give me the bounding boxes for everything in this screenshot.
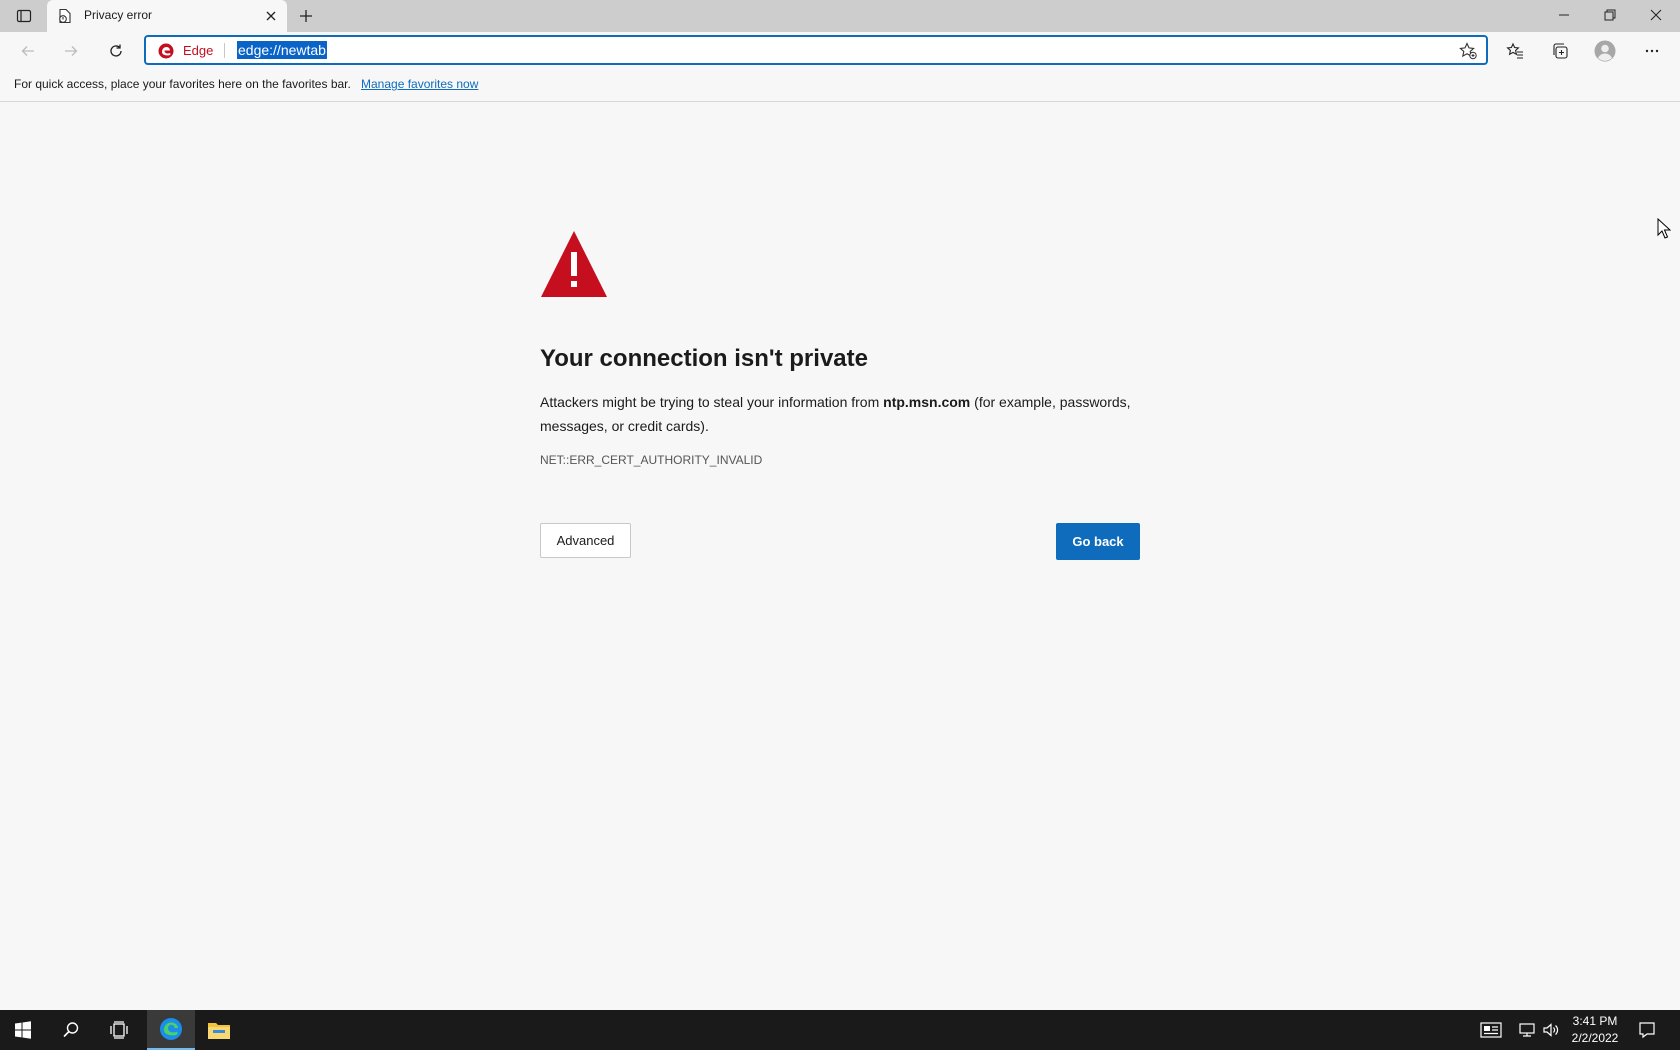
advanced-button[interactable]: Advanced <box>540 523 631 558</box>
favorites-icon[interactable] <box>1499 36 1531 66</box>
new-tab-button[interactable] <box>294 6 318 26</box>
task-view-icon[interactable] <box>96 1010 142 1050</box>
start-button[interactable] <box>0 1010 46 1050</box>
search-icon[interactable] <box>48 1010 94 1050</box>
close-tab-icon[interactable] <box>263 8 279 24</box>
more-menu-icon[interactable] <box>1636 36 1668 66</box>
tab-actions-icon[interactable] <box>10 6 38 26</box>
error-message: Attackers might be trying to steal your … <box>540 390 1140 438</box>
favorites-bar-hint: For quick access, place your favorites h… <box>14 77 351 91</box>
tab-title: Privacy error <box>84 8 153 22</box>
network-icon[interactable] <box>1516 1020 1538 1040</box>
back-button[interactable] <box>12 36 44 66</box>
address-separator <box>224 43 225 58</box>
edge-taskbar-icon[interactable] <box>147 1010 195 1050</box>
notifications-icon[interactable] <box>1636 1020 1658 1040</box>
system-clock[interactable]: 3:41 PM 2/2/2022 <box>1565 1013 1625 1047</box>
error-code: NET::ERR_CERT_AUTHORITY_INVALID <box>540 453 763 467</box>
profile-avatar[interactable] <box>1589 36 1621 66</box>
message-text-before: Attackers might be trying to steal your … <box>540 394 884 410</box>
news-widget-icon[interactable] <box>1480 1020 1502 1040</box>
clock-time: 3:41 PM <box>1572 1014 1618 1028</box>
clock-date: 2/2/2022 <box>1571 1031 1619 1045</box>
address-bar[interactable]: Edge edge://newtab <box>144 35 1488 65</box>
volume-icon[interactable] <box>1540 1020 1562 1040</box>
restore-button[interactable] <box>1587 0 1633 30</box>
error-domain: ntp.msn.com <box>883 394 971 410</box>
collections-icon[interactable] <box>1544 36 1576 66</box>
manage-favorites-link[interactable]: Manage favorites now <box>361 77 478 91</box>
tab-strip: Privacy error <box>0 0 1680 32</box>
page-title: Your connection isn't private <box>540 345 868 372</box>
favorites-bar: For quick access, place your favorites h… <box>0 70 1680 102</box>
url-text[interactable]: edge://newtab <box>237 41 327 59</box>
minimize-button[interactable] <box>1541 0 1587 30</box>
warning-icon <box>540 230 608 298</box>
taskbar: 3:41 PM 2/2/2022 <box>0 1010 1680 1050</box>
site-label: Edge <box>183 43 214 58</box>
go-back-button[interactable]: Go back <box>1056 523 1140 560</box>
page-error-icon <box>57 8 73 24</box>
toolbar: Edge edge://newtab <box>0 32 1680 70</box>
close-window-button[interactable] <box>1633 0 1679 30</box>
file-explorer-icon[interactable] <box>196 1010 242 1050</box>
tab-privacy-error[interactable]: Privacy error <box>47 0 287 32</box>
refresh-button[interactable] <box>100 36 132 66</box>
mouse-cursor-icon <box>1657 217 1672 240</box>
add-favorite-icon[interactable] <box>1458 41 1478 61</box>
not-secure-icon[interactable] <box>158 43 174 59</box>
forward-button[interactable] <box>55 36 87 66</box>
